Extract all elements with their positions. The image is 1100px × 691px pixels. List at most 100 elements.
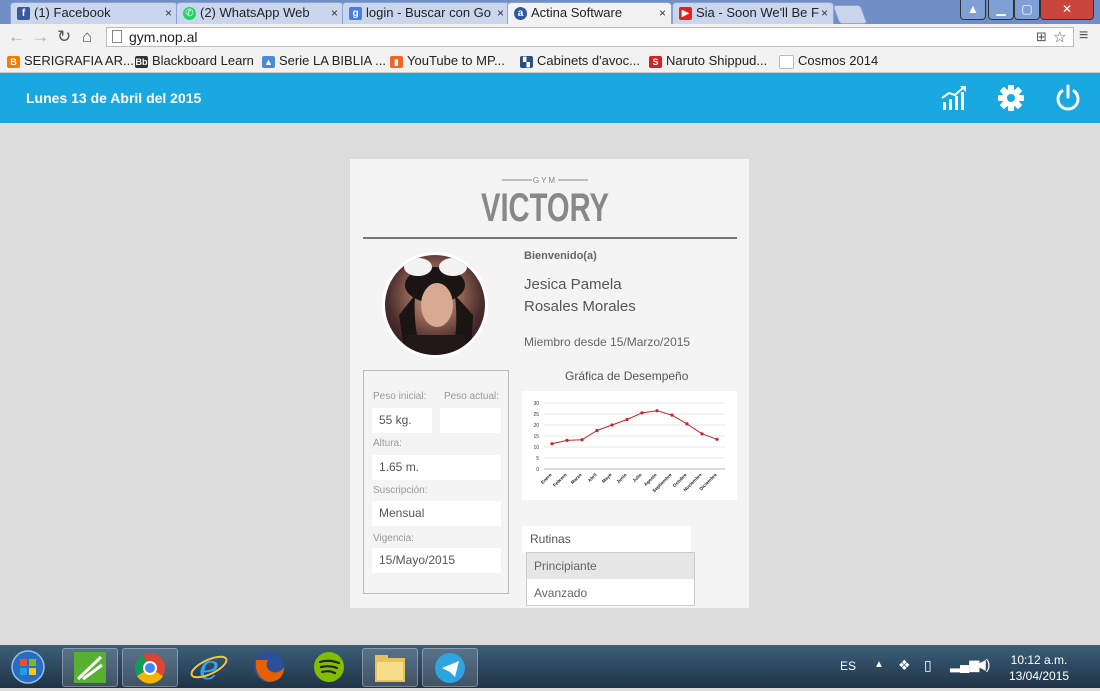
app-header: Lunes 13 de Abril del 2015 [0, 73, 1100, 123]
rutinas-option-avanzado[interactable]: Avanzado [527, 580, 694, 606]
blogger-icon: B [7, 55, 20, 68]
altura-field: 1.65 m. [372, 455, 501, 480]
chart-y-tick-label: 0 [536, 467, 539, 473]
file-explorer-icon[interactable] [362, 648, 418, 687]
new-tab-button[interactable] [832, 5, 868, 24]
tab-youtube[interactable]: ▶ Sia - Soon We'll Be F × [672, 2, 834, 24]
language-indicator[interactable]: ES [840, 659, 856, 673]
clock-date: 13/04/2015 [1009, 669, 1070, 683]
logo-divider [363, 237, 737, 239]
stats-icon[interactable] [940, 84, 968, 112]
peso-actual-label: Peso actual: [444, 391, 500, 402]
member-last-name: Rosales Morales [524, 298, 636, 315]
tab-title: Actina Software [531, 5, 623, 20]
back-icon[interactable]: ← [8, 27, 25, 47]
chart-data-point [580, 438, 584, 442]
translate-icon[interactable]: ⊞ [1036, 29, 1047, 45]
bookmark-label: Naruto Shippud... [666, 53, 768, 68]
header-date: Lunes 13 de Abril del 2015 [26, 90, 202, 106]
chart-y-tick-label: 10 [533, 445, 539, 451]
close-icon[interactable]: × [165, 3, 172, 23]
chart-x-tick-label: Mayo [601, 472, 613, 484]
telegram-icon[interactable] [422, 648, 478, 687]
spotify-icon[interactable] [302, 648, 356, 685]
tab-facebook[interactable]: f (1) Facebook × [10, 2, 178, 24]
member-first-name: Jesica Pamela [524, 276, 622, 293]
bookmark-cabinets[interactable]: ▚ Cabinets d'avoc... [520, 53, 640, 68]
rutinas-select[interactable]: Rutinas [522, 526, 691, 552]
tab-whatsapp[interactable]: ✆ (2) WhatsApp Web × [176, 2, 344, 24]
windows-taskbar: e ES ▲ ❖ ▯ ▂▄▆ ◀) 10:12 a.m. 13/04/2015 [0, 645, 1100, 688]
tab-title: (1) Facebook [34, 5, 111, 20]
firefox-icon[interactable] [242, 648, 296, 685]
star-icon[interactable]: ☆ [1053, 28, 1066, 46]
bookmark-serigrafia[interactable]: B SERIGRAFIA AR... [7, 53, 134, 68]
bookmark-label: Cabinets d'avoc... [537, 53, 640, 68]
peso-inicial-field: 55 kg. [372, 408, 432, 433]
youtube-mp3-icon: ▮ [390, 55, 403, 68]
chart-y-tick-label: 30 [533, 401, 539, 407]
rutinas-option-principiante[interactable]: Principiante [527, 553, 694, 579]
altura-label: Altura: [373, 438, 402, 449]
s-icon: S [649, 55, 662, 68]
chart-x-tick-label: Febrero [552, 472, 568, 488]
gear-icon[interactable] [997, 84, 1025, 112]
chart-data-point [550, 442, 554, 446]
youtube-icon: ▶ [679, 7, 692, 21]
tab-google-search[interactable]: g login - Buscar con Go × [342, 2, 510, 24]
reload-icon[interactable]: ↻ [57, 27, 71, 47]
dropbox-icon[interactable]: ❖ [898, 657, 911, 674]
cabinet-icon: ▚ [520, 55, 533, 68]
performance-chart-svg: 051015202530Enero Febrero Marzo Abril Mayo Ju… [533, 401, 725, 493]
tab-title: login - Buscar con Go [366, 5, 492, 20]
internet-explorer-icon[interactable]: e [182, 648, 236, 688]
close-window-button[interactable]: ✕ [1040, 0, 1094, 20]
chart-data-point [715, 437, 719, 441]
chart-data-point [595, 428, 599, 433]
chart-y-tick-label: 20 [533, 423, 539, 429]
tray-expand-icon[interactable]: ▲ [874, 659, 884, 670]
bookmark-naruto[interactable]: S Naruto Shippud... [649, 53, 767, 68]
system-clock[interactable]: 10:12 a.m. 13/04/2015 [1009, 652, 1069, 684]
greenshot-icon[interactable] [62, 648, 118, 687]
facebook-icon: f [17, 7, 30, 21]
svg-text:e: e [199, 648, 219, 685]
url-text: gym.nop.al [129, 29, 198, 45]
chart-y-tick-label: 15 [533, 434, 539, 440]
tab-actina[interactable]: a Actina Software × [507, 2, 672, 24]
user-icon[interactable]: ▲ [960, 0, 986, 20]
minimize-button[interactable]: ▁ [988, 0, 1014, 20]
bookmark-label: YouTube to MP... [407, 53, 505, 68]
power-icon[interactable] [1054, 84, 1082, 112]
volume-icon[interactable]: ◀) [975, 656, 990, 673]
forward-icon[interactable]: → [32, 27, 49, 47]
bookmark-cosmos[interactable]: Cosmos 2014 [779, 53, 878, 69]
tab-strip: f (1) Facebook × ✆ (2) WhatsApp Web × g login… [0, 0, 1100, 24]
peso-actual-field [440, 408, 501, 433]
chart-title: Gráfica de Desempeño [565, 369, 689, 383]
suscripcion-label: Suscripción: [373, 485, 428, 496]
menu-icon[interactable]: ≡ [1079, 27, 1088, 45]
close-icon[interactable]: × [821, 3, 828, 23]
google-icon: g [349, 7, 362, 21]
address-bar[interactable]: gym.nop.al [106, 27, 1074, 47]
chrome-icon[interactable] [122, 648, 178, 687]
bookmark-youtube-mp3[interactable]: ▮ YouTube to MP... [390, 53, 505, 68]
close-icon[interactable]: × [331, 3, 338, 23]
power-plug-icon[interactable]: ▯ [924, 657, 932, 674]
maximize-button[interactable]: ▢ [1014, 0, 1040, 20]
chart-data-point [670, 413, 674, 417]
chart-x-tick-label: Marzo [570, 472, 583, 485]
peso-inicial-label: Peso inicial: [373, 391, 427, 402]
close-icon[interactable]: × [659, 3, 666, 23]
bookmark-blackboard[interactable]: Bb Blackboard Learn [135, 53, 254, 68]
gym-victory-logo: GYM VICTORY [481, 176, 609, 225]
chart-data-point [655, 409, 659, 413]
bookmark-biblia[interactable]: ▲ Serie LA BIBLIA ... [262, 53, 386, 68]
close-icon[interactable]: × [497, 3, 504, 23]
chart-x-tick-label: Abril [587, 472, 598, 483]
windows-start-icon[interactable] [2, 648, 54, 685]
clock-time: 10:12 a.m. [1010, 653, 1068, 667]
home-icon[interactable]: ⌂ [82, 27, 92, 47]
bookmark-label: Serie LA BIBLIA ... [279, 53, 386, 68]
